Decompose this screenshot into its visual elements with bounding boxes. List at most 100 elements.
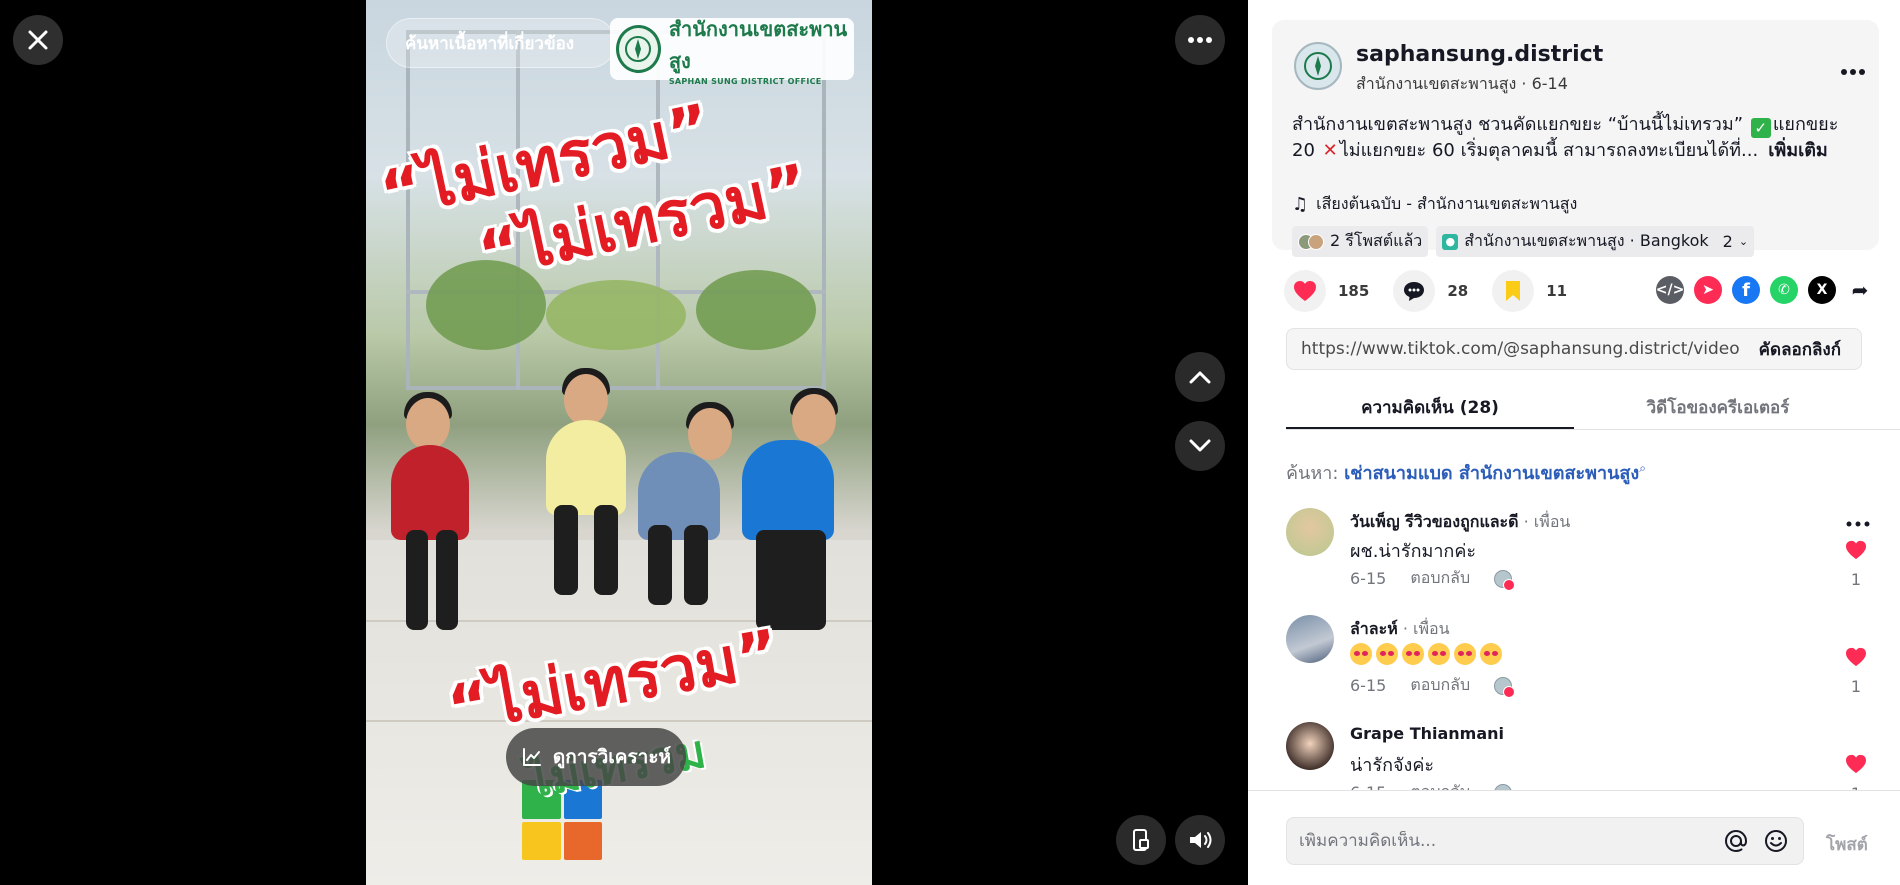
heart-eyes-emoji-icon — [1350, 643, 1372, 665]
copy-link-button[interactable]: คัดลอกลิงก์ — [1739, 336, 1861, 363]
creator-liked-avatar — [1494, 569, 1516, 591]
heart-icon — [1846, 647, 1866, 667]
commenter-name[interactable]: Grape Thianmani — [1350, 724, 1504, 743]
tree-shape — [546, 280, 686, 350]
comment-bubble-icon — [1404, 282, 1425, 301]
comment-text: น่ารักจังค่ะ — [1350, 755, 1435, 776]
search-query[interactable]: เช่าสนามแบด สำนักงานเขตสะพานสูง — [1344, 463, 1639, 484]
comment-item: วันเพ็ญ รีวิวของถูกและดี · เพื่อน ผช.น่า… — [1286, 500, 1876, 600]
x-icon[interactable]: X — [1808, 276, 1836, 304]
post-description: สำนักงานเขตสะพานสูง ชวนคัดแยกขยะ “บ้านนี… — [1292, 112, 1862, 164]
send-icon[interactable]: ➤ — [1694, 276, 1722, 304]
related-search[interactable]: ค้นหา: เช่าสนามแบด สำนักงานเขตสะพานสูง⌕ — [1286, 458, 1646, 487]
post-more-button[interactable] — [1840, 54, 1866, 82]
tree-shape — [696, 270, 816, 350]
location-count: 2 — [1722, 232, 1733, 251]
comment-like-button[interactable]: 1 — [1844, 647, 1868, 696]
person-blue-jacket — [742, 440, 834, 540]
close-button[interactable] — [13, 15, 63, 65]
comment-more-button[interactable] — [1846, 508, 1870, 533]
video-more-button[interactable] — [1175, 15, 1225, 65]
chevron-down-icon: ⌄ — [1738, 235, 1749, 248]
details-panel: saphansung.district สำนักงานเขตสะพานสูง … — [1248, 0, 1900, 885]
tab-comments[interactable]: ความคิดเห็น (28) — [1286, 390, 1574, 429]
person-leg — [594, 505, 618, 595]
more-dots-icon — [1846, 521, 1870, 527]
see-more-link[interactable]: เพิ่มเติม — [1768, 140, 1828, 161]
whatsapp-icon[interactable]: ✆ — [1770, 276, 1798, 304]
emoji-smile-icon[interactable] — [1763, 828, 1789, 854]
like-button[interactable]: 185 — [1284, 270, 1369, 312]
comment-button[interactable]: 28 — [1393, 270, 1468, 312]
related-search-overlay[interactable]: ค้นหาเนื้อหาที่เกี่ยวข้อง — [386, 18, 616, 68]
cross-mark-icon: ✕ — [1322, 140, 1338, 161]
comment-input[interactable] — [1287, 831, 1723, 851]
video-link-box: https://www.tiktok.com/@saphansung.distr… — [1286, 328, 1862, 370]
next-video-button[interactable] — [1175, 421, 1225, 471]
friend-tag: · เพื่อน — [1518, 512, 1571, 531]
previous-video-button[interactable] — [1175, 352, 1225, 402]
volume-button[interactable] — [1175, 815, 1225, 865]
reply-button[interactable]: ตอบกลับ — [1410, 673, 1470, 698]
person-red-shirt — [391, 445, 469, 540]
check-mark-icon: ✓ — [1750, 118, 1771, 138]
commenter-name[interactable]: วันเพ็ญ รีวิวของถูกและดี · เพื่อน — [1350, 510, 1570, 535]
music-row[interactable]: ♫ เสียงต้นฉบับ - สำนักงานเขตสะพานสูง — [1292, 192, 1577, 217]
comment-footer: โพสต์ — [1248, 790, 1900, 885]
comment-text: ผช.น่ารักมากค่ะ — [1350, 541, 1477, 562]
mobile-view-button[interactable] — [1116, 815, 1166, 865]
share-row: </> ➤ f ✆ X ➦ — [1656, 276, 1874, 304]
comment-date: 6-15 — [1350, 676, 1387, 695]
commenter-name[interactable]: ลำละห์ · เพื่อน — [1350, 617, 1450, 642]
reply-button[interactable]: ตอบกลับ — [1410, 780, 1470, 790]
view-analytics-button[interactable]: ดูการวิเคราะห์ — [506, 728, 686, 786]
music-title: เสียงต้นฉบับ - สำนักงานเขตสะพานสูง — [1316, 194, 1578, 213]
heart-eyes-emoji-icon — [1402, 643, 1424, 665]
reply-button[interactable]: ตอบกลับ — [1410, 566, 1470, 591]
more-dots-icon — [1841, 69, 1865, 75]
post-chips: 2 รีโพสต์แล้ว ● สำนักงานเขตสะพานสูง · Ba… — [1292, 226, 1755, 257]
tab-creator-videos[interactable]: วิดีโอของครีเอเตอร์ — [1574, 390, 1862, 429]
person-head — [406, 398, 450, 450]
comment-item: Grape Thianmani น่ารักจังค่ะ 6-15 ตอบกลั… — [1286, 714, 1876, 790]
desc-text: ไม่แยกขยะ 60 เริ่มตุลาคมนี้ สามารถลงทะเบ… — [1339, 140, 1759, 161]
person-leg — [684, 525, 708, 605]
video-stage: ค้นหาเนื้อหาที่เกี่ยวข้อง สำนักงานเขตสะพ… — [0, 0, 1248, 885]
embed-icon[interactable]: </> — [1656, 276, 1684, 304]
heart-eyes-emoji-icon — [1376, 643, 1398, 665]
repost-avatars — [1298, 233, 1324, 250]
video-link-url[interactable]: https://www.tiktok.com/@saphansung.distr… — [1287, 339, 1739, 359]
author-name[interactable]: saphansung.district — [1356, 42, 1603, 67]
search-prefix: ค้นหา: — [1286, 463, 1339, 484]
commenter-avatar[interactable] — [1286, 615, 1334, 663]
author-avatar[interactable] — [1294, 42, 1342, 90]
save-button[interactable]: 11 — [1492, 270, 1567, 312]
mention-at-icon[interactable] — [1723, 828, 1749, 854]
reposts-chip[interactable]: 2 รีโพสต์แล้ว — [1292, 226, 1429, 257]
heart-eyes-emoji-icon — [1480, 643, 1502, 665]
video-player[interactable]: ค้นหาเนื้อหาที่เกี่ยวข้อง สำนักงานเขตสะพ… — [366, 0, 872, 885]
heart-eyes-emoji-icon — [1428, 643, 1450, 665]
person-head — [564, 374, 608, 426]
post-comment-button[interactable]: โพสต์ — [1826, 831, 1868, 858]
share-arrow-icon[interactable]: ➦ — [1846, 276, 1874, 304]
comment-like-button[interactable]: 1 — [1844, 754, 1868, 790]
heart-icon — [1846, 754, 1866, 774]
district-seal-icon — [1304, 52, 1332, 80]
heart-icon — [1294, 281, 1316, 301]
chart-line-icon — [522, 748, 541, 766]
panel-tabs: ความคิดเห็น (28) วิดีโอของครีเอเตอร์ — [1286, 390, 1900, 430]
commenter-avatar[interactable] — [1286, 722, 1334, 770]
location-chip[interactable]: ● สำนักงานเขตสะพานสูง · Bangkok 2 ⌄ — [1436, 226, 1755, 257]
comment-date: 6-15 — [1350, 569, 1387, 588]
district-seal-icon — [616, 25, 661, 73]
tiktok-video-viewer: ค้นหาเนื้อหาที่เกี่ยวข้อง สำนักงานเขตสะพ… — [0, 0, 1900, 885]
music-note-icon: ♫ — [1292, 194, 1309, 215]
location-pin-icon: ● — [1442, 233, 1459, 250]
comment-count: 28 — [1447, 282, 1469, 300]
commenter-avatar[interactable] — [1286, 508, 1334, 556]
facebook-icon[interactable]: f — [1732, 276, 1760, 304]
comment-list: วันเพ็ญ รีวิวของถูกและดี · เพื่อน ผช.น่า… — [1286, 500, 1876, 790]
comment-like-button[interactable]: 1 — [1844, 540, 1868, 589]
post-info-card: saphansung.district สำนักงานเขตสะพานสูง … — [1272, 20, 1879, 257]
